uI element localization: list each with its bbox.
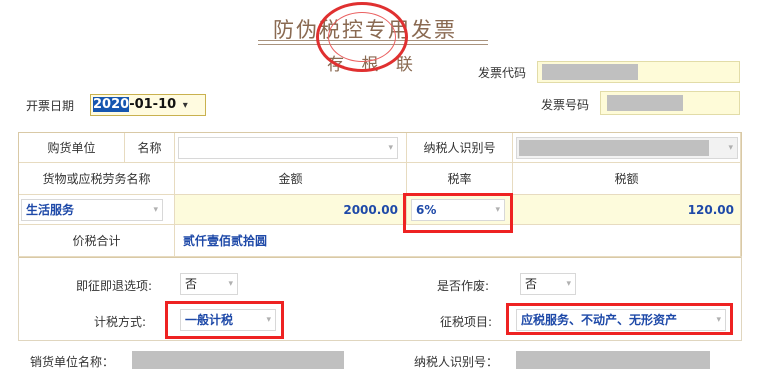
total-value: 贰仟壹佰贰拾圆 xyxy=(183,234,268,248)
goods-cell: 生活服务 ▾ xyxy=(19,195,175,225)
seller-name-label: 销货单位名称： xyxy=(30,355,115,369)
voided-label: 是否作废: xyxy=(437,279,490,293)
chevron-down-icon: ▾ xyxy=(728,143,733,153)
chevron-down-icon[interactable]: ▾ xyxy=(183,100,188,111)
immediate-refund-value: 否 xyxy=(185,277,198,291)
invoice-code-redacted xyxy=(542,64,638,80)
chevron-down-icon: ▾ xyxy=(153,205,158,215)
seller-tax-id-redacted xyxy=(516,351,710,369)
invoice-number-field[interactable] xyxy=(600,91,740,115)
chevron-down-icon: ▾ xyxy=(228,279,233,289)
invoice-code-field[interactable] xyxy=(537,61,740,83)
issue-date-label: 开票日期 xyxy=(26,99,75,113)
tax-cell[interactable]: 120.00 xyxy=(513,195,741,225)
seller-name-redacted xyxy=(132,351,344,369)
voided-value: 否 xyxy=(525,277,538,291)
buyer-name-label: 名称 xyxy=(125,133,175,163)
levy-item-highlight xyxy=(506,303,733,335)
buyer-name-dropdown[interactable]: ▾ xyxy=(178,137,398,159)
amount-value: 2000.00 xyxy=(343,202,398,217)
invoice-grid: 购货单位 名称 ▾ 纳税人识别号 ▾ 货物或应税劳务名称 金额 税率 税额 生活… xyxy=(18,132,742,258)
voided-dropdown[interactable]: 否 ▾ xyxy=(520,273,576,295)
levy-item-label: 征税项目: xyxy=(440,315,493,329)
tax-method-label: 计税方式: xyxy=(94,315,147,329)
immediate-refund-label: 即征即退选项: xyxy=(76,279,153,293)
buyer-unit-label: 购货单位 xyxy=(19,133,125,163)
goods-header: 货物或应税劳务名称 xyxy=(19,163,175,195)
buyer-name-cell: ▾ xyxy=(175,133,407,163)
rate-header: 税率 xyxy=(407,163,513,195)
immediate-refund-dropdown[interactable]: 否 ▾ xyxy=(180,273,238,295)
goods-value: 生活服务 xyxy=(26,203,75,217)
buyer-tax-id-redacted xyxy=(519,140,709,156)
amount-header: 金额 xyxy=(175,163,407,195)
invoice-number-label: 发票号码 xyxy=(541,98,590,112)
buyer-tax-id-label: 纳税人识别号 xyxy=(407,133,513,163)
chevron-down-icon: ▾ xyxy=(388,143,393,153)
issue-date-year[interactable]: 2020 xyxy=(93,97,130,112)
tax-header: 税额 xyxy=(513,163,741,195)
buyer-tax-id-dropdown[interactable]: ▾ xyxy=(516,137,738,159)
buyer-tax-id-cell: ▾ xyxy=(513,133,741,163)
issue-date-rest[interactable]: -01-10 xyxy=(129,97,176,112)
official-stamp-inner xyxy=(328,12,396,62)
tax-method-highlight xyxy=(165,301,284,339)
rate-highlight xyxy=(403,193,513,233)
total-label: 价税合计 xyxy=(19,225,175,257)
tax-value: 120.00 xyxy=(687,202,734,217)
seller-tax-id-label: 纳税人识别号： xyxy=(414,355,499,369)
issue-date-picker[interactable]: 2020-01-10 ▾ xyxy=(90,94,206,116)
invoice-number-redacted xyxy=(607,95,683,111)
chevron-down-icon: ▾ xyxy=(566,279,571,289)
goods-dropdown[interactable]: 生活服务 ▾ xyxy=(21,199,163,221)
invoice-code-label: 发票代码 xyxy=(478,66,527,80)
amount-cell[interactable]: 2000.00 xyxy=(175,195,407,225)
